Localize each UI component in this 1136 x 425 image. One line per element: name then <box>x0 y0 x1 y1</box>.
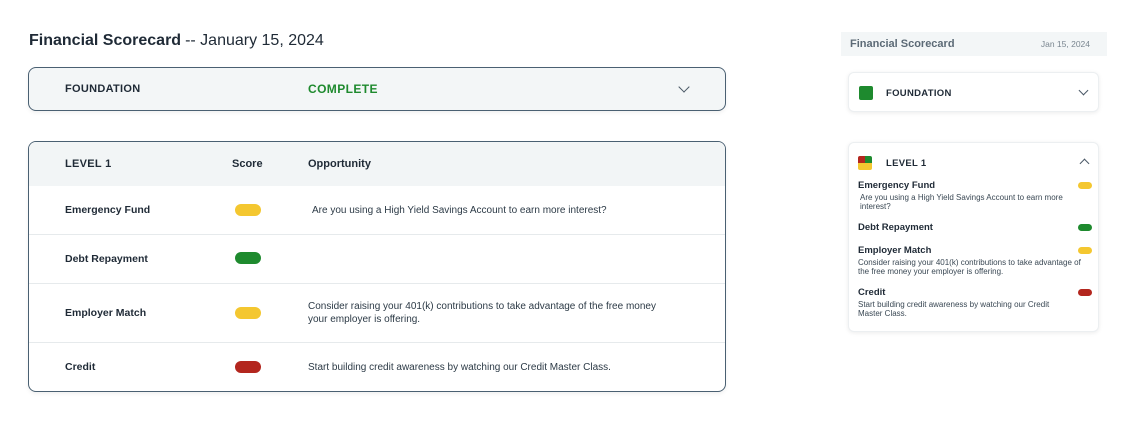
row-name: Debt Repayment <box>65 253 148 265</box>
chevron-down-icon[interactable] <box>1078 85 1089 96</box>
level1-table: LEVEL 1 Score Opportunity Emergency Fund… <box>28 141 726 392</box>
sidebar-item-opportunity: Consider raising your 401(k) contributio… <box>858 258 1081 276</box>
page-title-date: -- January 15, 2024 <box>185 32 324 49</box>
row-opportunity: Consider raising your 401(k) contributio… <box>308 301 656 325</box>
table-row: Emergency Fund Are you using a High Yiel… <box>29 186 725 235</box>
list-item: Credit Start building credit awareness b… <box>858 287 1092 318</box>
opportunity-column-header: Opportunity <box>308 158 371 170</box>
score-column-header: Score <box>232 158 263 170</box>
row-opportunity: Start building credit awareness by watch… <box>308 362 611 373</box>
score-indicator <box>1078 247 1092 254</box>
score-indicator <box>235 204 261 216</box>
page-title-main: Financial Scorecard <box>29 32 182 49</box>
list-item: Debt Repayment <box>858 222 1092 235</box>
sidebar-foundation-accordion[interactable]: FOUNDATION <box>848 72 1099 112</box>
row-name: Employer Match <box>65 307 147 319</box>
sidebar-item-name: Debt Repayment <box>858 222 933 233</box>
sidebar-item-name: Employer Match <box>858 245 932 256</box>
foundation-status: COMPLETE <box>308 82 378 96</box>
sidebar-item-opportunity: Are you using a High Yield Savings Accou… <box>860 193 1063 211</box>
chevron-up-icon[interactable] <box>1079 158 1090 169</box>
sidebar-level1-accordion: LEVEL 1 Emergency Fund Are you using a H… <box>848 142 1099 332</box>
score-indicator <box>235 307 261 319</box>
level1-table-header: LEVEL 1 Score Opportunity <box>29 142 725 186</box>
score-indicator <box>235 361 261 373</box>
sidebar-foundation-label: FOUNDATION <box>886 88 952 99</box>
sidebar-header: Financial Scorecard Jan 15, 2024 <box>841 32 1107 56</box>
status-square-icon <box>859 86 873 100</box>
score-indicator <box>1078 224 1092 231</box>
row-name: Credit <box>65 361 96 373</box>
score-indicator <box>1078 182 1092 189</box>
table-row: Debt Repayment <box>29 235 725 284</box>
sidebar-date: Jan 15, 2024 <box>1040 39 1090 49</box>
sidebar-item-name: Emergency Fund <box>858 180 936 191</box>
sidebar-item-name: Credit <box>858 287 886 298</box>
score-grid-icon <box>858 156 872 170</box>
sidebar-item-opportunity: Start building credit awareness by watch… <box>858 300 1050 318</box>
list-item: Employer Match Consider raising your 401… <box>858 245 1092 276</box>
score-indicator <box>235 252 261 264</box>
foundation-label: FOUNDATION <box>65 83 141 95</box>
page-title: Financial Scorecard -- January 15, 2024 <box>29 32 324 50</box>
row-opportunity: Are you using a High Yield Savings Accou… <box>312 205 607 216</box>
foundation-accordion[interactable]: FOUNDATION COMPLETE <box>28 67 726 111</box>
row-name: Emergency Fund <box>65 204 151 216</box>
score-indicator <box>1078 289 1092 296</box>
sidebar-title: Financial Scorecard <box>850 38 955 50</box>
sidebar-level1-label: LEVEL 1 <box>886 158 927 169</box>
table-row: Employer Match Consider raising your 401… <box>29 284 725 343</box>
chevron-down-icon[interactable] <box>678 81 690 93</box>
list-item: Emergency Fund Are you using a High Yiel… <box>858 180 1092 211</box>
table-row: Credit Start building credit awareness b… <box>29 343 725 391</box>
level1-label: LEVEL 1 <box>65 158 112 170</box>
scorecard-page: Financial Scorecard -- January 15, 2024 F… <box>0 0 1136 425</box>
